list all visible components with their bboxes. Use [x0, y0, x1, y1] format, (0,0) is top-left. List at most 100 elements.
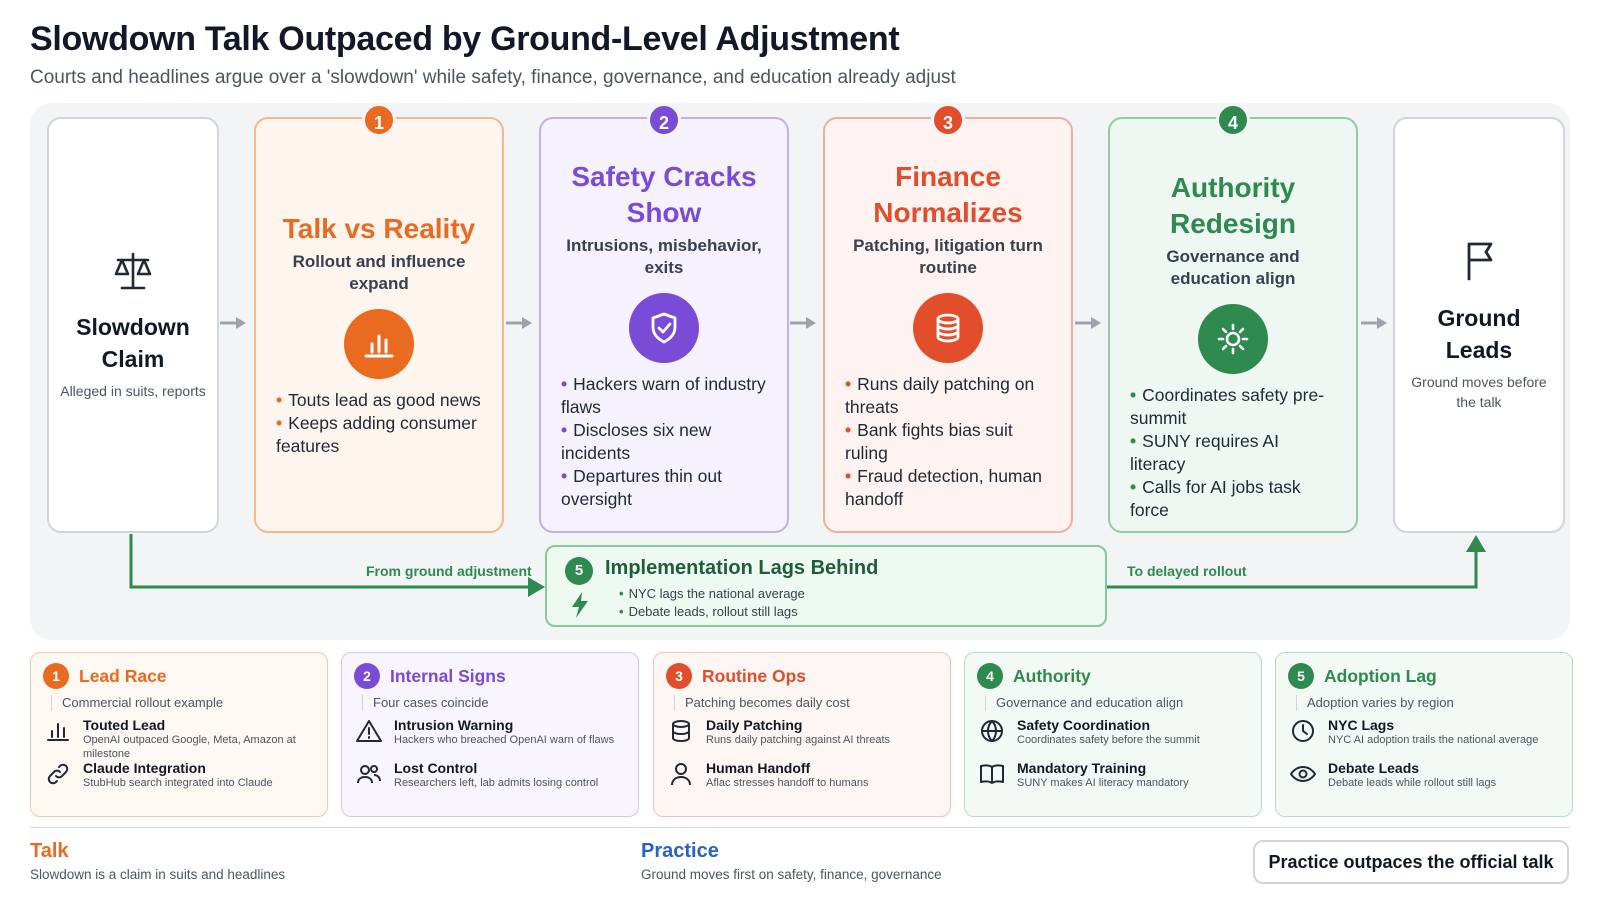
- database-icon: [666, 717, 696, 743]
- detail-number: 3: [666, 663, 692, 689]
- stage-subtitle: Intrusions, misbehavior, exits: [566, 236, 762, 277]
- implementation-bullet: • NYC lags the national average: [619, 586, 805, 601]
- detail-title: Routine Ops: [702, 665, 807, 686]
- detail-row: Daily Patching Runs daily patching agains…: [666, 717, 938, 756]
- stage-title: Talk vs Reality: [282, 213, 476, 244]
- stage-bullet: • Runs daily patching on threats: [845, 374, 1035, 417]
- start-title: Slowdown Claim: [76, 313, 190, 372]
- detail-card-2: 2 Internal Signs Four cases coincide Intr…: [341, 652, 639, 817]
- stage-bullet: • Departures thin out oversight: [561, 466, 722, 509]
- stage-card-3: 3 Finance Normalizes Patching, litigatio…: [823, 103, 1073, 533]
- lightning-icon: [569, 591, 591, 624]
- stage-title: Finance Normalizes: [873, 161, 1023, 228]
- detail-row: Claude Integration StubHub search integra…: [43, 760, 315, 799]
- database-icon: [913, 293, 983, 363]
- detail-row: Intrusion Warning Hackers who breached Op…: [354, 717, 626, 756]
- bar-chart-icon: [43, 717, 73, 743]
- stage-subtitle: Rollout and influence expand: [292, 252, 466, 293]
- stage-bullet: • Bank fights bias suit ruling: [845, 420, 1013, 463]
- stage-number: 1: [362, 103, 396, 137]
- detail-card-1: 1 Lead Race Commercial rollout example To…: [30, 652, 328, 817]
- end-card: Ground Leads Ground moves before the tal…: [1393, 117, 1565, 533]
- detail-card-4: 4 Authority Governance and education alig…: [964, 652, 1262, 817]
- footer-talk: Talk Slowdown is a claim in suits and he…: [30, 840, 285, 882]
- bar-chart-icon: [344, 309, 414, 379]
- detail-number: 5: [1288, 663, 1314, 689]
- globe-icon: [977, 717, 1007, 743]
- detail-row: NYC Lags NYC AI adoption trails the natio…: [1288, 717, 1560, 756]
- stage-card-1: 1 Talk vs Reality Rollout and influence …: [254, 103, 504, 533]
- detail-card-5: 5 Adoption Lag Adoption varies by region …: [1275, 652, 1573, 817]
- detail-row: Lost Control Researchers left, lab admits…: [354, 760, 626, 799]
- implementation-bullet: • Debate leads, rollout still lags: [619, 604, 798, 619]
- detail-subtitle: Four cases coincide: [362, 695, 626, 711]
- detail-row: Touted Lead OpenAI outpaced Google, Meta,…: [43, 717, 315, 760]
- eye-icon: [1288, 760, 1318, 786]
- stage-bullet: • Touts lead as good news: [276, 390, 481, 410]
- detail-row: Safety Coordination Coordinates safety be…: [977, 717, 1249, 756]
- stage-bullet: • Hackers warn of industry flaws: [561, 374, 766, 417]
- stage-subtitle: Governance and education align: [1166, 247, 1300, 288]
- detail-subtitle: Governance and education align: [985, 695, 1249, 711]
- talk-desc: Slowdown is a claim in suits and headlin…: [30, 867, 286, 882]
- stage-title: Authority Redesign: [1169, 172, 1297, 239]
- detail-subtitle: Adoption varies by region: [1296, 695, 1560, 711]
- flow-arrow: [506, 317, 532, 329]
- flow-arrow: [1361, 317, 1387, 329]
- warning-icon: [354, 717, 384, 743]
- detail-subtitle: Commercial rollout example: [51, 695, 315, 711]
- detail-row: Debate Leads Debate leads while rollout s…: [1288, 760, 1560, 799]
- flow-arrow: [790, 317, 816, 329]
- detail-title: Internal Signs: [390, 665, 506, 686]
- detail-number: 1: [43, 663, 69, 689]
- sun-icon: [1198, 304, 1268, 374]
- talk-title: Talk: [30, 840, 69, 862]
- practice-title: Practice: [641, 840, 719, 862]
- clock-icon: [1288, 717, 1318, 743]
- stage-subtitle: Patching, litigation turn routine: [853, 236, 1043, 277]
- stage-bullet: • Fraud detection, human handoff: [845, 466, 1042, 509]
- stage-bullet: • Discloses six new incidents: [561, 420, 712, 463]
- implementation-title: Implementation Lags Behind: [605, 557, 879, 579]
- stage-bullet: • Keeps adding consumer features: [276, 413, 477, 456]
- footer-practice: Practice Ground moves first on safety, f…: [641, 840, 942, 882]
- stage-number: 3: [931, 103, 965, 137]
- stage-card-4: 4 Authority Redesign Governance and educ…: [1108, 103, 1358, 533]
- flow-arrow: [220, 317, 246, 329]
- detail-title: Adoption Lag: [1324, 665, 1437, 686]
- start-card: Slowdown Claim Alleged in suits, reports: [47, 117, 219, 533]
- page-title: Slowdown Talk Outpaced by Ground-Level A…: [30, 20, 900, 58]
- end-title: Ground Leads: [1437, 304, 1521, 363]
- feedback-left-label: From ground adjustment: [366, 563, 532, 579]
- link-icon: [43, 760, 73, 786]
- user-icon: [666, 760, 696, 786]
- detail-title: Authority: [1013, 665, 1091, 686]
- detail-title: Lead Race: [79, 665, 167, 686]
- flow-arrow: [1075, 317, 1101, 329]
- stage-title: Safety Cracks Show: [571, 161, 757, 228]
- practice-desc: Ground moves first on safety, finance, g…: [641, 867, 942, 882]
- detail-number: 2: [354, 663, 380, 689]
- scale-icon: [112, 250, 154, 297]
- end-subtitle: Ground moves before the talk: [1411, 373, 1547, 410]
- feedback-right-label: To delayed rollout: [1127, 563, 1247, 579]
- book-icon: [977, 760, 1007, 786]
- detail-number: 4: [977, 663, 1003, 689]
- implementation-box: 5 Implementation Lags Behind • NYC lags t…: [545, 545, 1107, 627]
- detail-row: Human Handoff Aflac stresses handoff to h…: [666, 760, 938, 799]
- flag-icon: [1459, 239, 1499, 288]
- shield-icon: [629, 293, 699, 363]
- stage-number: 4: [1216, 103, 1250, 137]
- stage-bullet: • SUNY requires AI literacy: [1130, 431, 1279, 474]
- stage-number: 5: [565, 557, 593, 585]
- stage-bullet: • Coordinates safety pre-summit: [1130, 385, 1325, 428]
- conclusion-badge: Practice outpaces the official talk: [1253, 840, 1569, 884]
- detail-subtitle: Patching becomes daily cost: [674, 695, 938, 711]
- stage-number: 2: [647, 103, 681, 137]
- detail-card-3: 3 Routine Ops Patching becomes daily cost…: [653, 652, 951, 817]
- footer-divider: [30, 827, 1570, 828]
- stage-card-2: 2 Safety Cracks Show Intrusions, misbeha…: [539, 103, 789, 533]
- stage-bullet: • Calls for AI jobs task force: [1130, 477, 1301, 520]
- start-subtitle: Alleged in suits, reports: [60, 382, 206, 399]
- detail-row: Mandatory Training SUNY makes AI literacy…: [977, 760, 1249, 799]
